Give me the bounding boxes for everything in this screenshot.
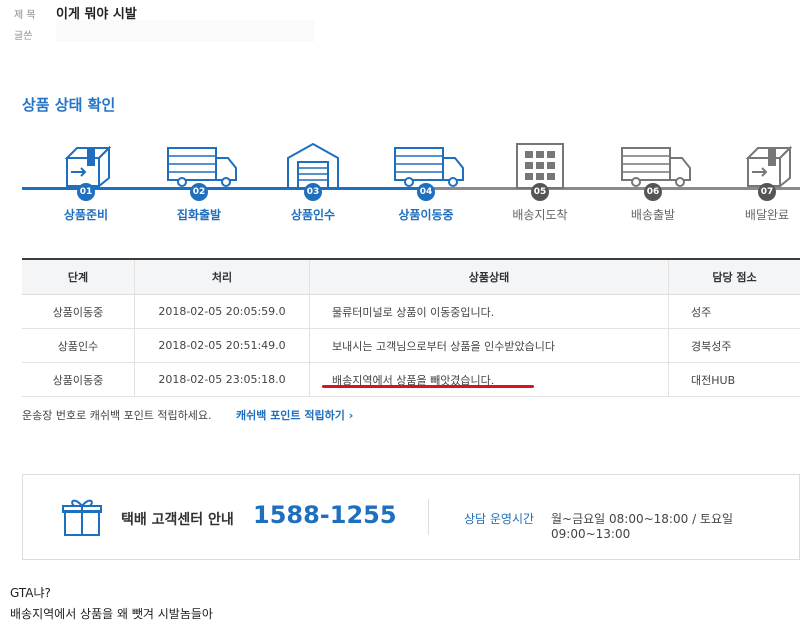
status-table: 단계 처리 상품상태 담당 점소 상품이동중 2018-02-05 20:05:… — [22, 258, 800, 397]
step-number: 07 — [758, 183, 776, 201]
step-number: 03 — [304, 183, 322, 201]
step-label: 상품인수 — [290, 208, 336, 222]
step-label: 상품준비 — [63, 208, 109, 222]
contact-divider — [428, 499, 429, 535]
progress-step-06: 06 배송출발 — [608, 140, 698, 230]
title-label: 제 목 — [14, 10, 36, 21]
cell-stage: 상품인수 — [22, 328, 135, 363]
step-number: 02 — [190, 183, 208, 201]
cell-status: 물류터미널로 상품이 이동중입니다. — [309, 294, 669, 329]
customer-center-phone: 1588-1255 — [253, 501, 397, 529]
column-header-stage: 단계 — [22, 259, 135, 295]
customer-center-box: 택배 고객센터 안내 1588-1255 상담 운영시간 월~금요일 08:00… — [22, 474, 800, 560]
table-header-row: 단계 처리 상품상태 담당 점소 — [22, 259, 800, 295]
column-header-time: 처리 — [134, 259, 310, 295]
cell-office: 경북성주 — [668, 328, 800, 363]
progress-step-03: 03 상품인수 — [268, 140, 358, 230]
progress-step-04: 04 상품이동중 — [381, 140, 471, 230]
box-arrow-icon — [722, 140, 800, 190]
cashback-link[interactable]: 캐쉬백 포인트 적립하기 › — [236, 407, 353, 423]
comment-line-1: GTA냐? — [10, 586, 51, 600]
step-number: 04 — [417, 183, 435, 201]
step-label: 배송지도착 — [512, 208, 568, 222]
step-number: 01 — [77, 183, 95, 201]
cashback-note: 운송장 번호로 캐쉬백 포인트 적립하세요. — [22, 409, 212, 422]
section-title: 상품 상태 확인 — [22, 96, 116, 114]
step-label: 배달완료 — [744, 208, 790, 222]
progress-step-01: 01 상품준비 — [41, 140, 131, 230]
author-label: 글쓴 — [14, 31, 33, 42]
step-label: 상품이동중 — [398, 208, 454, 222]
step-label: 배송출발 — [630, 208, 676, 222]
cell-office: 대전HUB — [668, 362, 800, 397]
cell-time: 2018-02-05 20:51:49.0 — [134, 328, 310, 363]
customer-center-label: 택배 고객센터 안내 — [121, 512, 234, 528]
cell-office: 성주 — [668, 294, 800, 329]
hours-label: 상담 운영시간 — [464, 512, 535, 526]
highlight-underline — [322, 385, 534, 388]
table-row: 상품이동중 2018-02-05 20:05:59.0 물류터미널로 상품이 이… — [22, 294, 800, 329]
progress-step-07: 07 배달완료 — [722, 140, 800, 230]
author-field — [56, 20, 314, 42]
step-number: 06 — [644, 183, 662, 201]
cell-status: 배송지역에서 상품을 빼앗겼습니다. — [309, 362, 669, 397]
table-row: 상품이동중 2018-02-05 23:05:18.0 배송지역에서 상품을 빼… — [22, 362, 800, 397]
progress-step-02: 02 집화출발 — [154, 140, 244, 230]
cell-time: 2018-02-05 23:05:18.0 — [134, 362, 310, 397]
cell-status: 보내시는 고객님으로부터 상품을 인수받았습니다 — [309, 328, 669, 363]
gift-box-icon — [61, 497, 103, 541]
column-header-office: 담당 점소 — [668, 259, 800, 295]
cell-stage: 상품이동중 — [22, 362, 135, 397]
cell-time: 2018-02-05 20:05:59.0 — [134, 294, 310, 329]
step-label: 집화출발 — [176, 208, 222, 222]
hours-value: 월~금요일 08:00~18:00 / 토요일 09:00~13:00 — [551, 512, 734, 541]
cell-stage: 상품이동중 — [22, 294, 135, 329]
comment-line-2: 배송지역에서 상품을 왜 뺏겨 시발놈들아 — [10, 607, 213, 621]
progress-step-05: 05 배송지도착 — [495, 140, 585, 230]
step-number: 05 — [531, 183, 549, 201]
column-header-status: 상품상태 — [309, 259, 669, 295]
table-row: 상품인수 2018-02-05 20:51:49.0 보내시는 고객님으로부터 … — [22, 328, 800, 363]
